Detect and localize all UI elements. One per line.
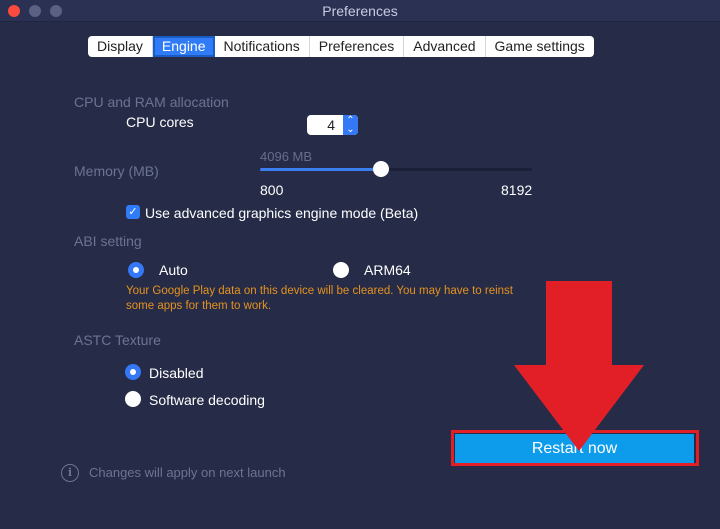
tab-engine[interactable]: Engine <box>152 36 215 57</box>
tab-notifications[interactable]: Notifications <box>215 36 310 57</box>
memory-value-text: 4096 MB <box>260 149 313 164</box>
tab-advanced[interactable]: Advanced <box>404 36 486 57</box>
advanced-graphics-label[interactable]: Use advanced graphics engine mode (Beta) <box>145 205 418 221</box>
restart-now-button[interactable]: Restart now <box>455 434 694 463</box>
abi-warning-text: Your Google Play data on this device wil… <box>126 284 548 314</box>
cpu-cores-label: CPU cores <box>126 114 194 130</box>
astc-software-decoding-label[interactable]: Software decoding <box>149 392 265 408</box>
title-bar: Preferences <box>0 0 720 22</box>
memory-slider[interactable] <box>260 161 532 177</box>
advanced-graphics-checkbox[interactable]: ✓ <box>126 205 140 219</box>
stepper-arrows-icon[interactable]: ⌃ ⌄ <box>343 115 358 135</box>
abi-arm64-label[interactable]: ARM64 <box>364 262 411 278</box>
window-title: Preferences <box>322 3 398 19</box>
cpu-cores-value[interactable]: 4 <box>307 115 343 135</box>
tab-display[interactable]: Display <box>88 36 153 57</box>
abi-warning-line-2: some apps for them to work. <box>126 300 272 312</box>
cpu-cores-stepper[interactable]: 4 ⌃ ⌄ <box>307 115 358 135</box>
abi-arm64-radio[interactable] <box>333 262 349 278</box>
restart-info-text: Changes will apply on next launch <box>89 465 286 480</box>
astc-disabled-label[interactable]: Disabled <box>149 365 203 381</box>
abi-section-label: ABI setting <box>74 233 142 249</box>
astc-disabled-radio[interactable] <box>125 364 141 380</box>
settings-tabs: Display Engine Notifications Preferences… <box>88 36 594 57</box>
memory-min-label: 800 <box>260 182 284 198</box>
memory-slider-thumb[interactable] <box>373 161 389 177</box>
memory-slider-fill <box>260 168 381 171</box>
tab-game-settings[interactable]: Game settings <box>486 36 594 57</box>
memory-label: Memory (MB) <box>74 163 159 179</box>
memory-max-label: 8192 <box>501 182 533 198</box>
abi-auto-radio[interactable] <box>128 262 144 278</box>
abi-warning-line-1: Your Google Play data on this device wil… <box>126 285 513 297</box>
cpu-ram-section-label: CPU and RAM allocation <box>74 94 229 110</box>
astc-software-decoding-radio[interactable] <box>125 391 141 407</box>
astc-section-label: ASTC Texture <box>74 332 161 348</box>
abi-auto-label[interactable]: Auto <box>159 262 188 278</box>
info-icon: i <box>61 464 79 482</box>
tab-preferences[interactable]: Preferences <box>310 36 405 57</box>
